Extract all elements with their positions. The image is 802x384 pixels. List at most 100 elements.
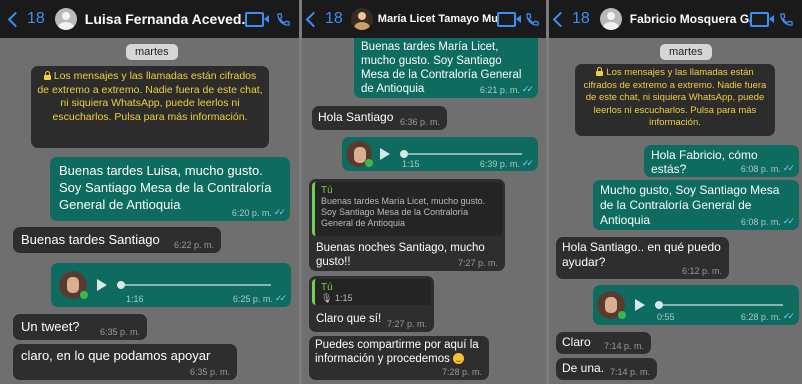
play-icon[interactable]: [380, 148, 390, 160]
unread-count: 18: [572, 10, 590, 27]
quoted-message[interactable]: Tú Buenas tardes María Licet, mucho gust…: [312, 182, 502, 236]
quote-author: Tú: [321, 185, 333, 196]
back-button[interactable]: 18: [7, 10, 45, 28]
message-outgoing[interactable]: Buenas tardes Luisa, mucho gusto. Soy Sa…: [50, 157, 290, 221]
back-button[interactable]: 18: [552, 10, 590, 28]
play-icon[interactable]: [97, 279, 107, 291]
message-time: 6:12 p. m.: [681, 266, 722, 276]
double-check-icon: ✓✓: [782, 311, 795, 321]
voice-message[interactable]: 1:15 6:39 p. m. ✓✓: [342, 137, 538, 171]
voice-message[interactable]: 0:55 6:28 p. m. ✓✓: [593, 285, 799, 325]
double-check-icon: ✓✓: [782, 163, 795, 173]
chat-panel-fabricio: 18 Fabricio Mosquera Gar... martes Los m…: [549, 0, 802, 384]
date-separator: martes: [126, 44, 178, 60]
back-button[interactable]: 18: [305, 10, 343, 28]
sender-avatar: [346, 141, 373, 167]
voice-duration: 0:55: [657, 312, 675, 322]
message-time: 7:14 p. m.: [609, 367, 650, 377]
chevron-left-icon: [552, 11, 569, 27]
encryption-notice[interactable]: Los mensajes y las llamadas están cifrad…: [31, 66, 269, 148]
contact-name[interactable]: María Licet Tamayo Mu...: [378, 13, 497, 25]
message-incoming[interactable]: Hola Santiago 6:36 p. m.: [312, 106, 447, 130]
message-time: 6:08 p. m.: [740, 163, 781, 174]
phone-icon[interactable]: [779, 12, 794, 27]
voice-progress-track[interactable]: [117, 281, 271, 289]
mic-icon: [618, 311, 626, 319]
double-check-icon: ✓✓: [521, 158, 534, 168]
message-incoming[interactable]: Buenas tardes Santiago 6:22 p. m.: [13, 227, 221, 253]
voice-duration: 1:16: [126, 294, 144, 304]
lock-icon: [596, 67, 604, 76]
chevron-left-icon: [7, 11, 24, 27]
message-time: 6:20 p. m.: [231, 207, 272, 218]
quote-text: 1:15: [334, 293, 353, 303]
message-incoming[interactable]: Hola Santiago.. en qué puedo ayudar? 6:1…: [556, 237, 729, 279]
voice-duration: 1:15: [402, 159, 420, 169]
message-incoming[interactable]: De una. 7:14 p. m.: [556, 358, 657, 380]
message-incoming-reply[interactable]: Tú 🎙 1:15 Claro que sí! 7:27 p. m.: [309, 276, 434, 332]
message-incoming[interactable]: claro, en lo que podamos apoyar 6:35 p. …: [13, 344, 237, 380]
chat-header: 18 Fabricio Mosquera Gar...: [549, 0, 802, 38]
mic-icon: 🎙: [321, 293, 333, 303]
message-time: 6:35 p. m.: [99, 327, 140, 337]
mic-icon: [80, 291, 88, 299]
quote-text: Buenas tardes María Licet, mucho gusto. …: [321, 196, 486, 228]
lock-icon: [43, 71, 51, 80]
message-incoming-reply[interactable]: Tú Buenas tardes María Licet, mucho gust…: [309, 179, 505, 271]
chat-panel-maria: 18 María Licet Tamayo Mu... Buenas tarde…: [302, 0, 546, 384]
sender-avatar: [597, 291, 626, 319]
message-incoming[interactable]: Puedes compartirme por aquí la informaci…: [309, 336, 489, 380]
double-check-icon: ✓✓: [782, 216, 795, 226]
chat-header: 18 Luisa Fernanda Aceved...: [0, 0, 299, 38]
phone-icon[interactable]: [276, 12, 291, 27]
double-check-icon: ✓✓: [273, 207, 286, 217]
message-time: 6:25 p. m.: [232, 293, 273, 304]
video-call-icon[interactable]: [750, 11, 774, 27]
message-time: 6:39 p. m.: [479, 158, 520, 169]
contact-name[interactable]: Luisa Fernanda Aceved...: [85, 11, 245, 27]
voice-progress-track[interactable]: [400, 150, 522, 158]
message-outgoing[interactable]: Buenas tardes María Licet, mucho gusto. …: [354, 38, 538, 98]
mic-icon: [365, 159, 373, 167]
message-time: 6:36 p. m.: [399, 117, 440, 127]
message-outgoing[interactable]: Mucho gusto, Soy Santiago Mesa de la Con…: [593, 180, 799, 230]
message-incoming[interactable]: Un tweet? 6:35 p. m.: [13, 314, 147, 340]
message-time: 7:28 p. m.: [441, 367, 482, 377]
contact-avatar[interactable]: [350, 8, 373, 30]
message-time: 7:27 p. m.: [386, 319, 427, 329]
date-separator: martes: [660, 44, 712, 60]
sender-avatar: [59, 271, 88, 299]
chevron-left-icon: [305, 11, 322, 27]
double-check-icon: ✓✓: [274, 293, 287, 303]
unread-count: 18: [27, 10, 45, 27]
message-time: 6:35 p. m.: [189, 367, 230, 377]
contact-avatar[interactable]: [599, 8, 622, 30]
chat-header: 18 María Licet Tamayo Mu...: [302, 0, 546, 38]
message-time: 6:21 p. m.: [479, 84, 520, 95]
encryption-notice[interactable]: Los mensajes y las llamadas están cifrad…: [575, 64, 775, 136]
message-time: 6:28 p. m.: [740, 311, 781, 322]
voice-progress-track[interactable]: [655, 301, 783, 309]
video-call-icon[interactable]: [245, 11, 269, 27]
screenshot-collage: 18 Luisa Fernanda Aceved... martes Los m…: [0, 0, 802, 384]
message-time: 7:27 p. m.: [457, 258, 498, 268]
double-check-icon: ✓✓: [521, 84, 534, 94]
smile-emoji-icon: [453, 353, 465, 365]
quoted-message[interactable]: Tú 🎙 1:15: [312, 279, 431, 305]
message-time: 7:14 p. m.: [603, 341, 644, 351]
contact-name[interactable]: Fabricio Mosquera Gar...: [630, 12, 750, 26]
message-outgoing[interactable]: Hola Fabricio, cómo estás? 6:08 p. m. ✓✓: [644, 145, 799, 177]
message-text: Buenas tardes Luisa, mucho gusto. Soy Sa…: [59, 163, 272, 212]
message-time: 6:08 p. m.: [740, 216, 781, 227]
phone-icon[interactable]: [525, 12, 540, 27]
quote-author: Tú: [321, 282, 333, 293]
message-incoming[interactable]: Claro 7:14 p. m.: [556, 332, 651, 354]
chat-panel-luisa: 18 Luisa Fernanda Aceved... martes Los m…: [0, 0, 299, 384]
unread-count: 18: [325, 10, 343, 27]
message-time: 6:22 p. m.: [173, 240, 214, 250]
video-call-icon[interactable]: [497, 11, 521, 27]
message-text: claro, en lo que podamos apoyar: [21, 348, 211, 363]
contact-avatar[interactable]: [54, 8, 77, 30]
play-icon[interactable]: [635, 299, 645, 311]
voice-message[interactable]: 1:16 6:25 p. m. ✓✓: [51, 263, 291, 307]
